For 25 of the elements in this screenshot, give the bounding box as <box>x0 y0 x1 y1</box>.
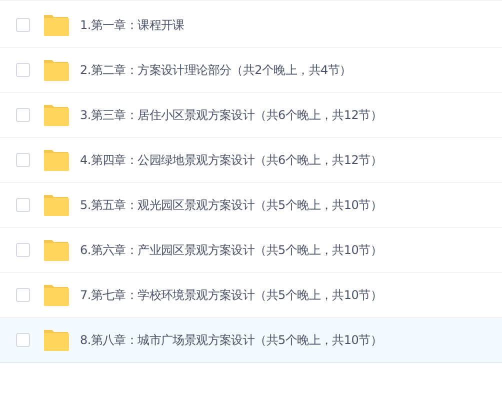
checkbox[interactable] <box>16 288 30 302</box>
folder-icon <box>43 284 69 306</box>
folder-icon <box>43 239 69 261</box>
checkbox[interactable] <box>16 63 30 77</box>
file-name[interactable]: 3.第三章：居住小区景观方案设计（共6个晚上，共12节） <box>80 106 382 124</box>
file-name[interactable]: 6.第六章：产业园区景观方案设计（共5个晚上，共10节） <box>80 241 382 259</box>
checkbox[interactable] <box>16 108 30 122</box>
folder-icon <box>43 104 69 126</box>
folder-icon <box>43 14 69 36</box>
checkbox[interactable] <box>16 243 30 257</box>
file-name[interactable]: 7.第七章：学校环境景观方案设计（共5个晚上，共10节） <box>80 286 382 304</box>
folder-icon <box>43 149 69 171</box>
checkbox[interactable] <box>16 333 30 347</box>
file-name[interactable]: 8.第八章：城市广场景观方案设计（共5个晚上，共10节） <box>80 331 382 349</box>
file-name[interactable]: 2.第二章：方案设计理论部分（共2个晚上，共4节） <box>80 61 352 79</box>
folder-icon <box>43 59 69 81</box>
file-name[interactable]: 1.第一章：课程开课 <box>80 16 184 34</box>
checkbox[interactable] <box>16 18 30 32</box>
checkbox[interactable] <box>16 198 30 212</box>
checkbox[interactable] <box>16 153 30 167</box>
folder-icon <box>43 194 69 216</box>
file-name[interactable]: 4.第四章：公园绿地景观方案设计（共6个晚上，共12节） <box>80 151 382 169</box>
folder-icon <box>43 329 69 351</box>
file-row[interactable]: 8.第八章：城市广场景观方案设计（共5个晚上，共10节） <box>0 318 502 363</box>
file-name[interactable]: 5.第五章：观光园区景观方案设计（共5个晚上，共10节） <box>80 196 382 214</box>
